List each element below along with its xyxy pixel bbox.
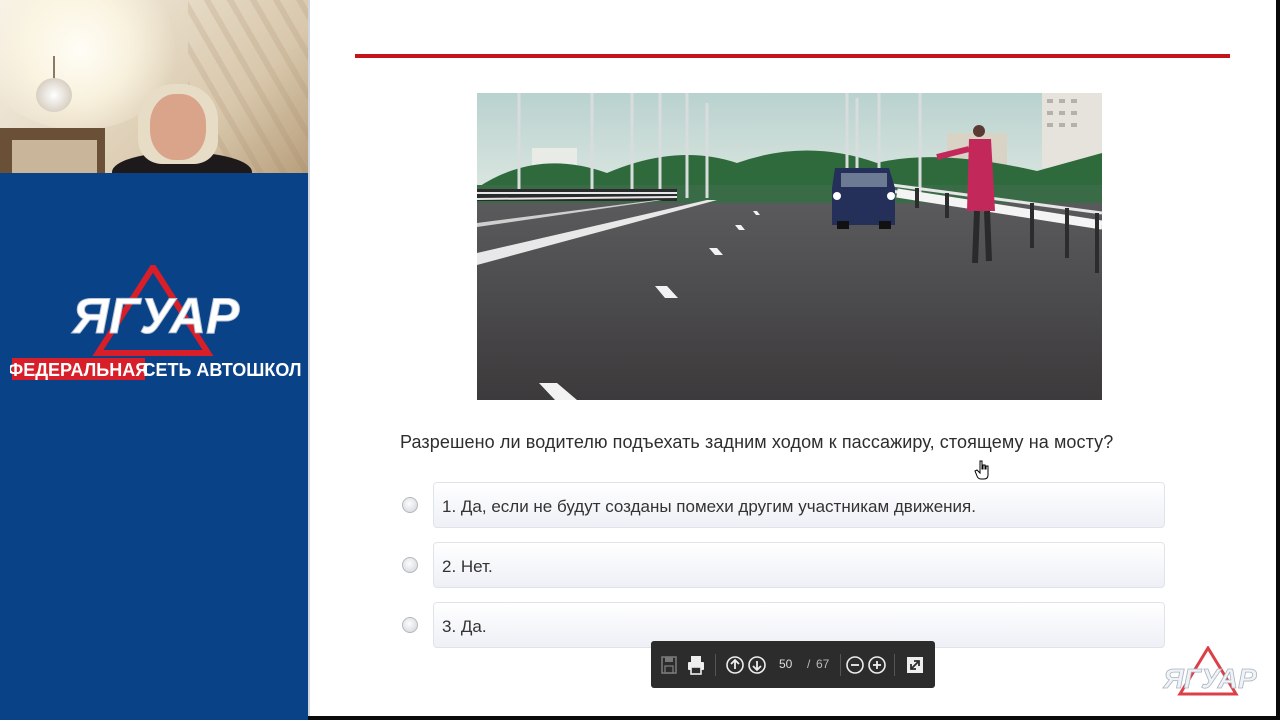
road-photo [477,93,1102,400]
tagline-white: СЕТЬ АВТОШКОЛ [142,360,301,380]
webcam-video [0,0,308,173]
answer-radio-1[interactable] [402,497,418,513]
tagline-red: ФЕДЕРАЛЬНАЯ [10,360,148,380]
presenter-face [150,94,206,160]
page-separator: / [807,657,811,671]
current-page-input[interactable]: 50 [779,657,792,671]
answer-option-2[interactable]: 2. Нет. [433,542,1165,588]
slide-page: Разрешено ли водителю подъехать задним х… [308,0,1278,716]
answer-option-1[interactable]: 1. Да, если не будут созданы помехи друг… [433,482,1165,528]
answer-option-label: 1. Да, если не будут созданы помехи друг… [442,497,976,516]
screen: ЯГУАР ФЕДЕРАЛЬНАЯ СЕТЬ АВТОШКОЛ Разрешен… [0,0,1280,720]
answer-option-label: 2. Нет. [442,557,493,576]
zoom-in-icon[interactable] [867,654,887,676]
fit-page-icon[interactable] [905,654,925,676]
total-pages: 67 [816,657,830,671]
zoom-out-icon[interactable] [845,654,865,676]
arrow-down-icon[interactable] [747,654,767,676]
answer-option-label: 3. Да. [442,617,487,636]
answer-radio-3[interactable] [402,617,418,633]
print-icon[interactable] [686,654,706,676]
title-rule [355,54,1230,58]
hand-cursor-icon [974,460,989,480]
pdf-viewer-toolbar: 50 / 67 [651,641,935,688]
jaguar-logo: ЯГУАР ФЕДЕРАЛЬНАЯ СЕТЬ АВТОШКОЛ [10,265,302,380]
save-icon[interactable] [659,654,679,676]
answer-radio-2[interactable] [402,557,418,573]
chandelier [36,78,72,112]
jaguar-watermark: ЯГУАР [1162,646,1257,696]
watermark-text: ЯГУАР [1162,663,1257,694]
arrow-up-icon[interactable] [725,654,745,676]
question-text: Разрешено ли водителю подъехать задним х… [400,432,1114,452]
logo-main-text: ЯГУАР [71,288,240,344]
brand-panel [0,173,308,720]
